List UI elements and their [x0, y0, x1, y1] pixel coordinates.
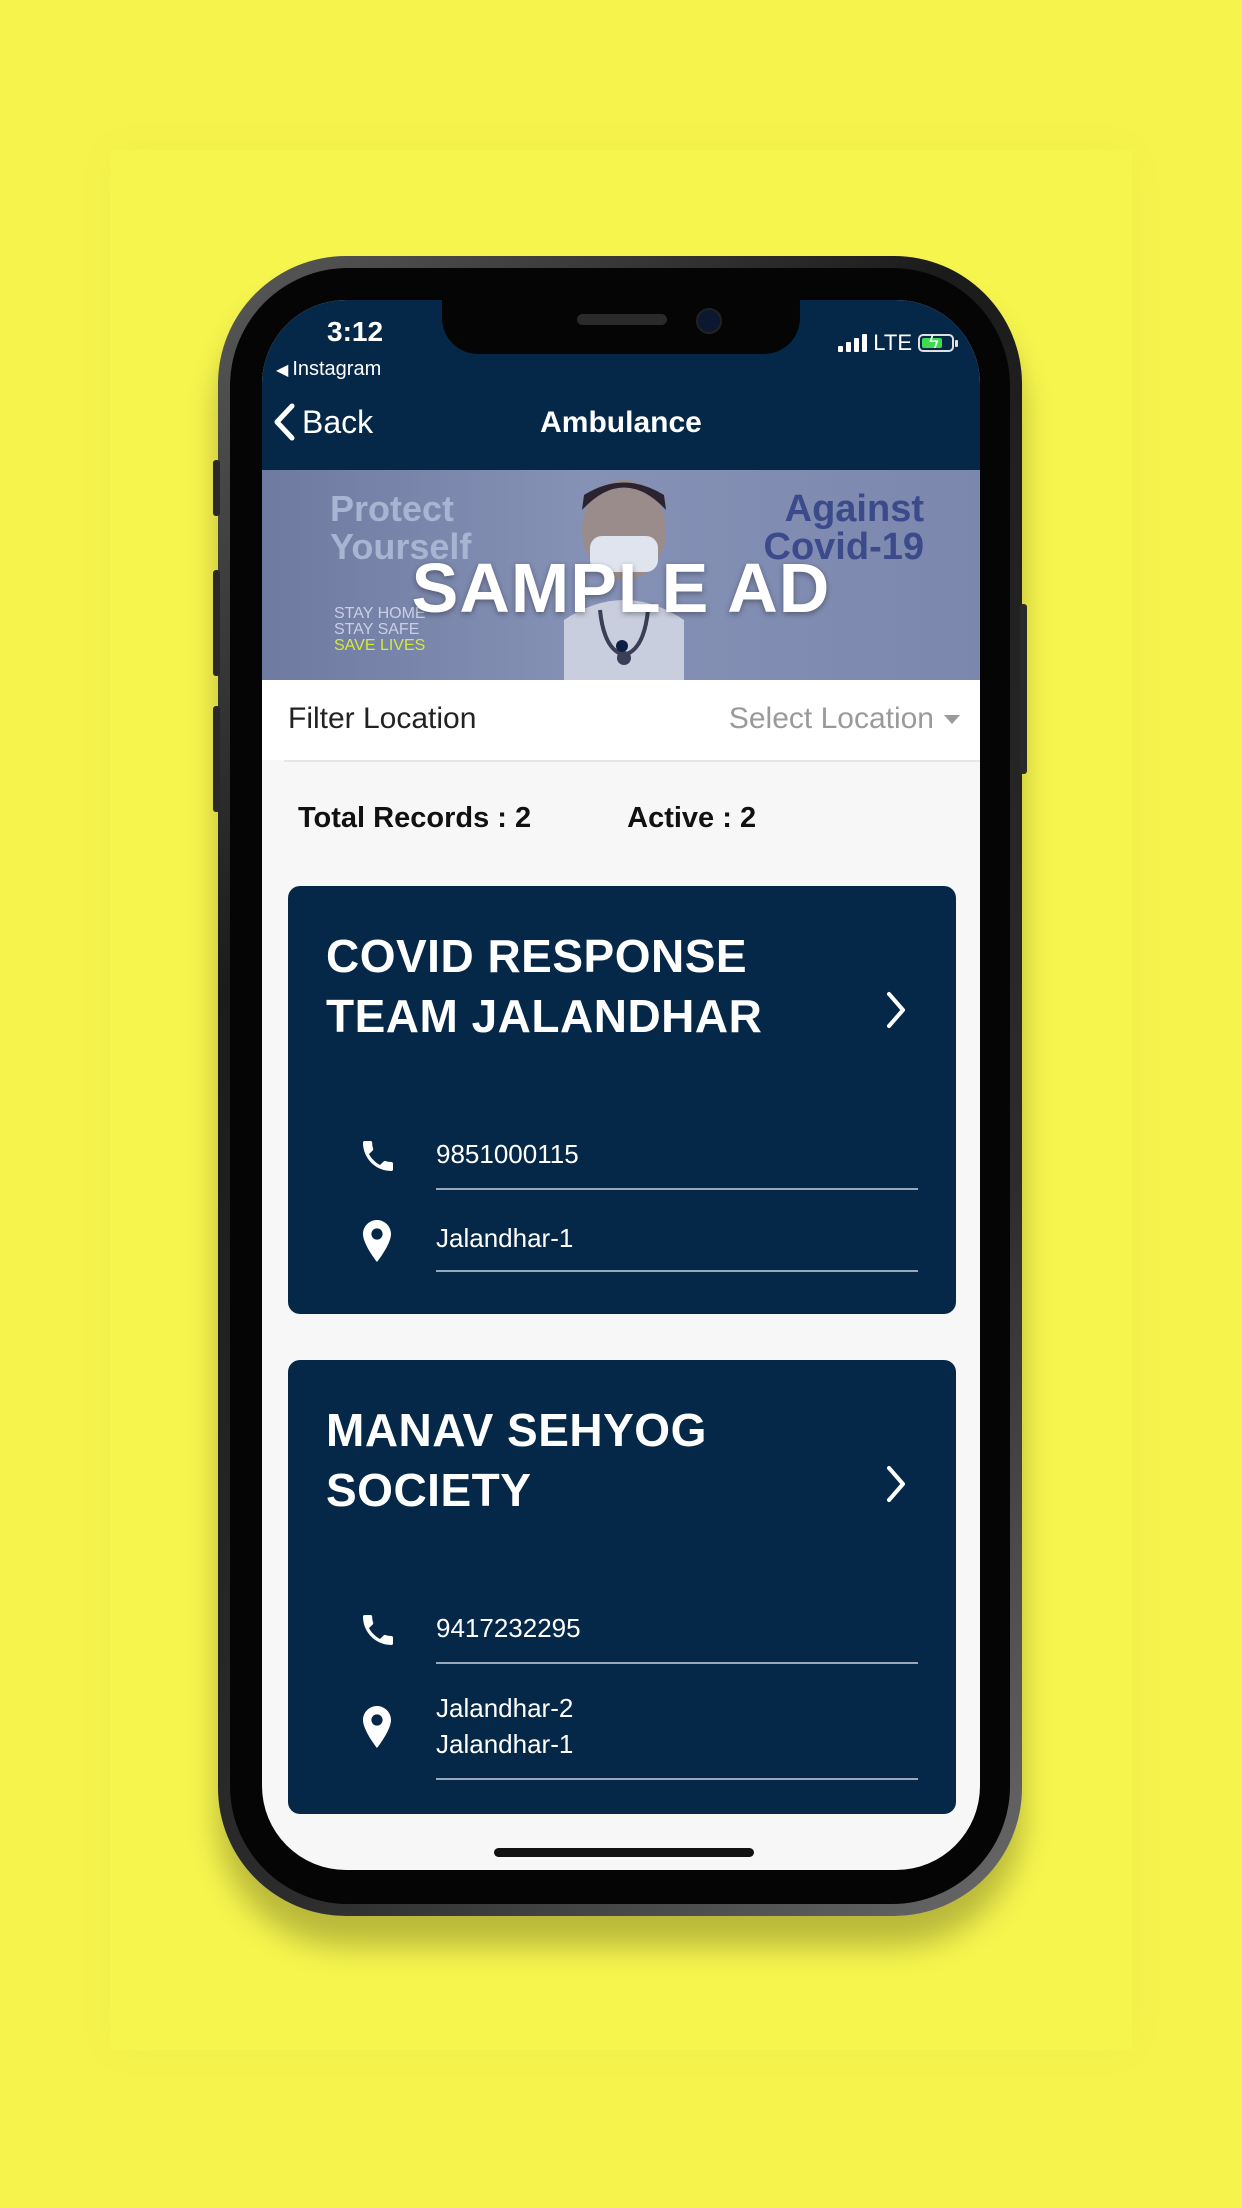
divider	[284, 760, 980, 762]
phone-icon	[363, 1141, 393, 1171]
location-pin-icon	[363, 1220, 391, 1262]
row-divider	[436, 1188, 918, 1190]
ad-page-indicator	[616, 640, 628, 652]
chevron-right-icon[interactable]	[884, 1464, 908, 1504]
active-records: Active : 2	[627, 802, 757, 834]
network-type: LTE	[873, 330, 912, 355]
back-triangle-icon: ◀	[276, 362, 289, 379]
total-records: Total Records : 2	[298, 802, 532, 834]
notch	[442, 300, 800, 354]
status-time: 3:12	[327, 316, 384, 347]
filter-bar: Filter Location Select Location	[262, 680, 980, 760]
phone-icon	[363, 1615, 393, 1645]
caret-down-icon	[944, 714, 960, 724]
location-select[interactable]: Select Location	[729, 702, 960, 736]
card-title: MANAV SEHYOG SOCIETY	[326, 1404, 707, 1516]
status-indicators: LTE ϟ	[838, 330, 958, 356]
power-button	[1020, 604, 1027, 774]
page-title: Ambulance	[540, 406, 702, 439]
location-text: Jalandhar-2	[436, 1693, 574, 1723]
location-text: Jalandhar-1	[436, 1729, 574, 1759]
volume-down-button	[213, 706, 220, 812]
ambulance-card[interactable]: MANAV SEHYOG SOCIETY 9417232295 Jalandhar…	[288, 1360, 956, 1814]
phone-number: 9851000115	[436, 1139, 579, 1169]
location-pin-icon	[363, 1706, 391, 1748]
speaker	[577, 314, 667, 325]
card-title: COVID RESPONSE TEAM JALANDHAR	[326, 930, 763, 1042]
row-divider	[436, 1662, 918, 1664]
ad-banner[interactable]: Protect Yourself Against Covid-19 STAY HOM…	[262, 470, 980, 680]
ambulance-card[interactable]: COVID RESPONSE TEAM JALANDHAR 9851000115 …	[288, 886, 956, 1314]
mute-switch	[213, 460, 220, 516]
records-summary: Total Records : 2 Active : 2	[298, 802, 756, 835]
row-divider	[436, 1778, 918, 1780]
phone-number: 9417232295	[436, 1613, 581, 1643]
front-camera	[696, 308, 722, 334]
location-select-placeholder: Select Location	[728, 702, 934, 735]
back-app-label: Instagram	[292, 358, 382, 380]
filter-label: Filter Location	[288, 702, 477, 735]
signal-icon	[838, 334, 868, 352]
phone-screen: 3:12 ◀ Instagram LTE ϟ Back Ambulance Pro…	[262, 300, 980, 1870]
battery-charging-icon: ϟ	[918, 332, 958, 352]
home-indicator[interactable]	[494, 1848, 754, 1857]
row-divider	[436, 1270, 918, 1272]
volume-up-button	[213, 570, 220, 676]
chevron-right-icon[interactable]	[884, 990, 908, 1030]
back-to-app-link[interactable]: ◀ Instagram	[276, 358, 381, 381]
ad-title: SAMPLE AD	[411, 549, 831, 627]
location-text: Jalandhar-1	[436, 1223, 574, 1253]
